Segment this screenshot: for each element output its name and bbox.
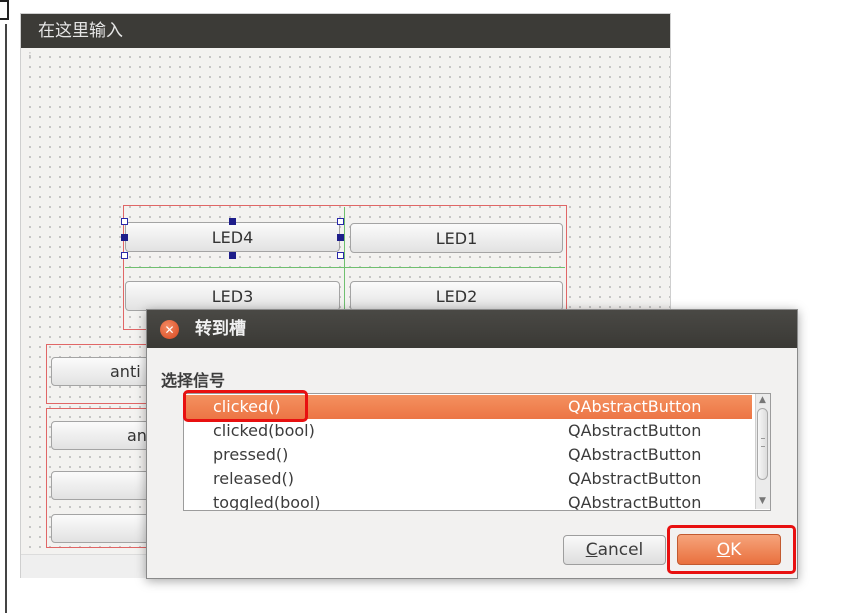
signal-row[interactable]: pressed() QAbstractButton — [184, 443, 752, 467]
selection-handle[interactable] — [121, 234, 128, 241]
form-title: 在这里输入 — [38, 21, 123, 41]
window-edge-line — [5, 24, 7, 613]
selection-handle[interactable] — [229, 218, 236, 225]
signal-class: QAbstractButton — [568, 469, 702, 488]
anti-button-label: anti — [110, 362, 141, 381]
signal-row[interactable]: clicked(bool) QAbstractButton — [184, 419, 752, 443]
annotation-highlight-signal — [183, 390, 308, 422]
chevron-up-icon[interactable]: ▲ — [755, 394, 770, 407]
led2-label: LED2 — [435, 286, 478, 306]
led1-label: LED1 — [435, 228, 478, 248]
close-icon[interactable]: ✕ — [160, 320, 179, 339]
signal-class: QAbstractButton — [568, 493, 702, 511]
annotation-highlight-ok — [667, 525, 796, 574]
signal-class: QAbstractButton — [568, 421, 702, 440]
led2-button[interactable]: LED2 — [350, 281, 563, 311]
led4-button[interactable]: LED4 — [125, 222, 340, 252]
layout-row-divider — [125, 267, 565, 268]
selection-handle[interactable] — [121, 252, 128, 259]
select-signal-label: 选择信号 — [161, 371, 226, 390]
signal-name: released() — [213, 469, 294, 488]
dialog-title: 转到槽 — [195, 319, 246, 339]
anti-button-2-label: an — [127, 426, 147, 445]
led1-button[interactable]: LED1 — [350, 223, 563, 253]
led4-label: LED4 — [211, 227, 254, 247]
cancel-mnemonic: C — [585, 540, 598, 560]
signal-row[interactable]: toggled(bool) QAbstractButton — [184, 491, 752, 511]
dialog-title-bar: ✕ 转到槽 — [147, 310, 797, 348]
drag-grip-icon: ⋮ — [26, 51, 34, 60]
form-title-bar: 在这里输入 — [21, 14, 670, 48]
signal-row[interactable]: released() QAbstractButton — [184, 467, 752, 491]
signal-name: clicked(bool) — [213, 421, 315, 440]
selection-handle[interactable] — [337, 252, 344, 259]
signal-name: toggled(bool) — [213, 493, 321, 511]
selection-handle[interactable] — [229, 252, 236, 259]
window-edge-fragment — [0, 0, 9, 20]
selection-handle[interactable] — [337, 234, 344, 241]
led3-label: LED3 — [211, 286, 254, 306]
led3-button[interactable]: LED3 — [125, 281, 340, 311]
chevron-down-icon[interactable]: ▼ — [755, 494, 770, 508]
signal-name: pressed() — [213, 445, 289, 464]
cancel-label: ancel — [597, 540, 644, 560]
cancel-button[interactable]: Cancel — [563, 535, 666, 565]
scrollbar-grip-icon — [761, 438, 765, 447]
selection-handle[interactable] — [337, 218, 344, 225]
selection-handle[interactable] — [121, 218, 128, 225]
signal-class: QAbstractButton — [568, 397, 702, 416]
signal-class: QAbstractButton — [568, 445, 702, 464]
